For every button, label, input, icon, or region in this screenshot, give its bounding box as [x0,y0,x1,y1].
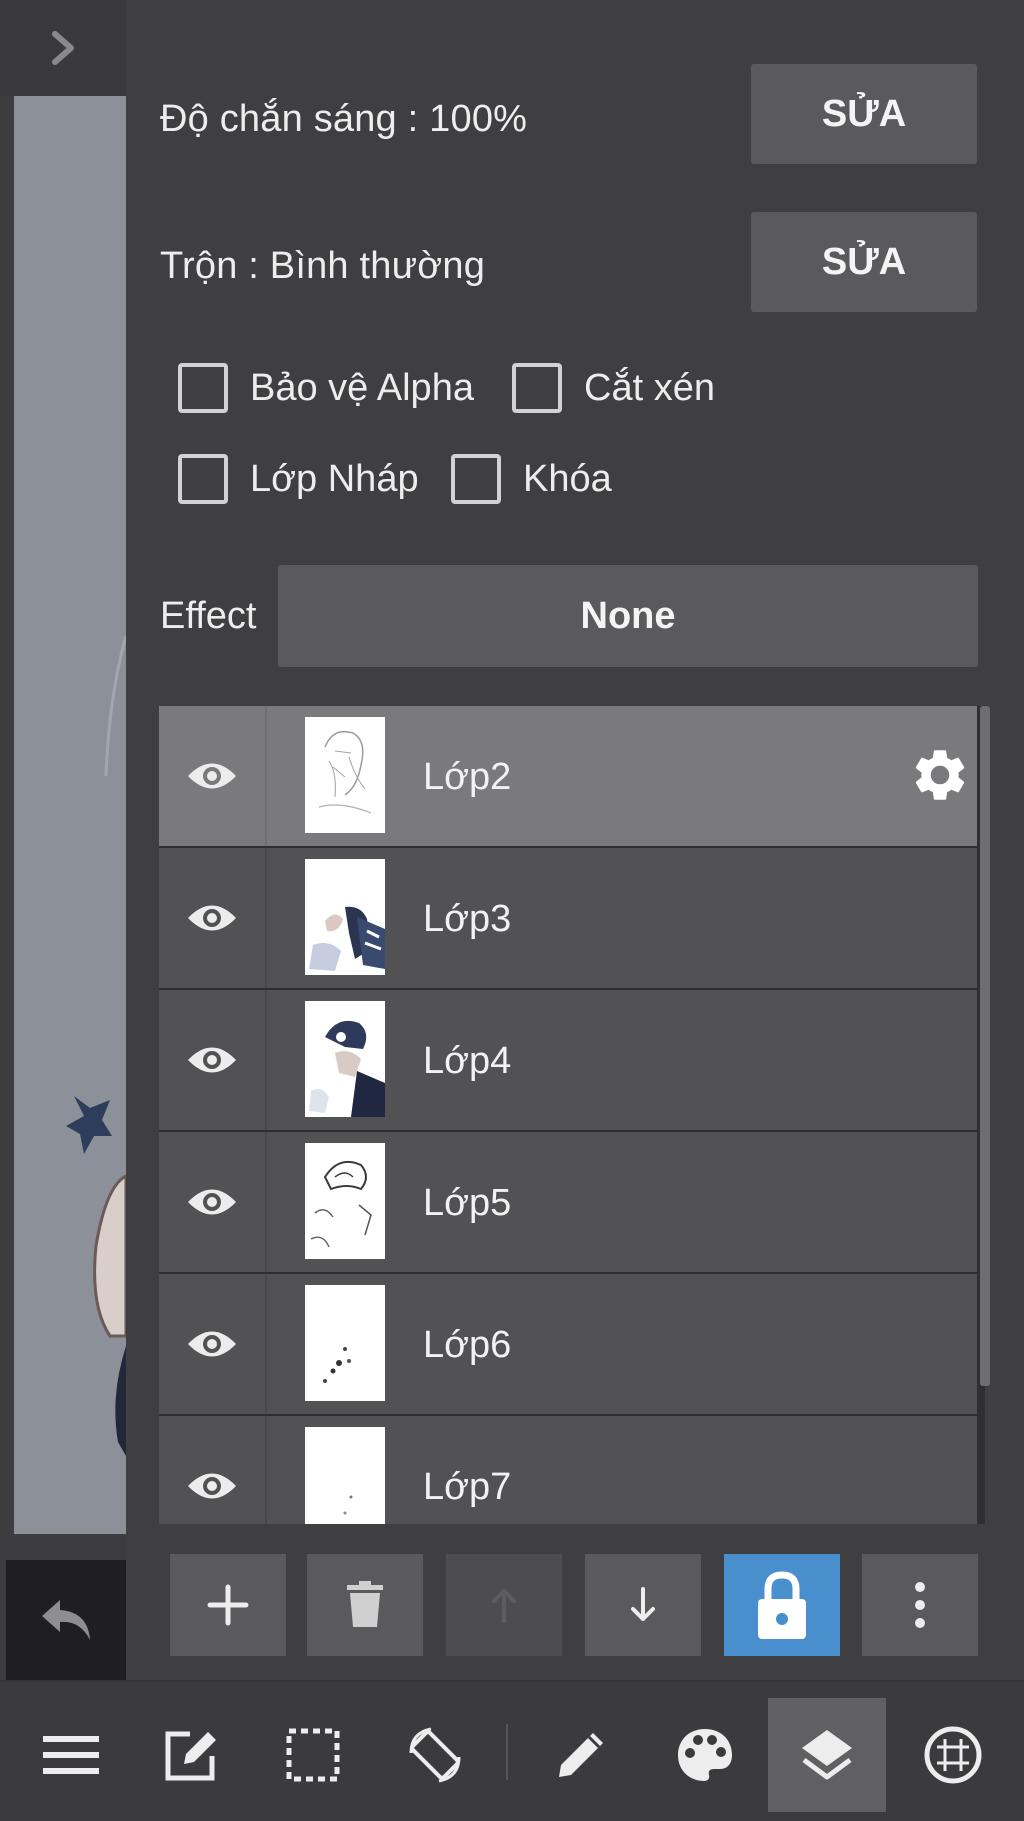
visibility-toggle[interactable] [159,706,265,846]
layer-thumbnail [305,1427,385,1524]
visibility-toggle[interactable] [159,848,265,988]
checkbox-box[interactable] [512,363,562,413]
delete-layer-button[interactable] [307,1554,423,1656]
row-divider [265,706,267,846]
undo-icon [42,1600,90,1640]
eye-icon [188,1047,236,1073]
palette-icon [678,1729,732,1781]
effect-select-button[interactable]: None [278,565,978,667]
layers-icon [802,1730,852,1780]
menu-icon [43,1736,99,1774]
layer-list-scrollbar[interactable] [980,706,990,1386]
more-vertical-icon [915,1582,925,1628]
edit-canvas-button[interactable] [132,1698,250,1812]
layer-list[interactable]: Lớp2 Lớp3 Lớp4 Lớp5 Lớp6 Lớp7 [159,706,985,1524]
pen-icon [559,1733,603,1777]
layer-name: Lớp4 [423,1040,512,1082]
move-layer-down-button[interactable] [585,1554,701,1656]
checkbox-box[interactable] [451,454,501,504]
gear-icon [915,750,965,800]
chevron-right-icon [52,31,74,65]
layer-thumbnail [305,1143,385,1259]
blend-mode-edit-button[interactable]: SỬA [751,212,977,312]
opacity-label: Độ chắn sáng : 100% [160,98,528,140]
layer-thumbnail [305,1285,385,1401]
checkbox-box[interactable] [178,363,228,413]
layer-thumbnail [305,1001,385,1117]
layer-row[interactable]: Lớp3 [159,848,977,988]
effect-label: Effect [160,595,257,637]
layer-name: Lớp5 [423,1182,512,1224]
layer-name: Lớp2 [423,756,512,798]
layer-settings-button[interactable] [909,744,971,811]
color-palette-button[interactable] [646,1698,764,1812]
protect-alpha-label: Bảo vệ Alpha [250,366,474,409]
layers-button[interactable] [768,1698,886,1812]
lock-icon [758,1571,806,1639]
selection-icon [286,1728,340,1782]
visibility-toggle[interactable] [159,1416,265,1524]
blend-mode-label: Trộn : Bình thường [160,245,486,287]
rotate-screen-button[interactable] [376,1698,494,1812]
layer-name: Lớp7 [423,1466,512,1508]
eye-icon [188,1473,236,1499]
undo-button[interactable] [6,1560,126,1680]
checkbox-box[interactable] [178,454,228,504]
lock-label: Khóa [523,457,612,500]
protect-alpha-checkbox[interactable]: Bảo vệ Alpha [178,363,474,413]
bottom-toolbar [0,1680,1024,1821]
draft-layer-label: Lớp Nháp [250,457,419,500]
layer-row[interactable]: Lớp2 [159,706,977,846]
clipping-label: Cắt xén [584,366,715,409]
eye-icon [188,1189,236,1215]
lock-layer-button[interactable] [724,1554,840,1656]
layer-row[interactable]: Lớp5 [159,1132,977,1272]
layer-row[interactable]: Lớp6 [159,1274,977,1414]
row-divider [265,1132,267,1272]
toolbar-divider [506,1724,508,1780]
layer-name: Lớp3 [423,898,512,940]
canvas-side-strip [0,0,126,1680]
menu-button[interactable] [12,1698,130,1812]
collapse-panel-button[interactable] [0,0,126,96]
material-grid-button[interactable] [894,1698,1012,1812]
selection-tool-button[interactable] [254,1698,372,1812]
more-options-button[interactable] [862,1554,978,1656]
eye-icon [188,905,236,931]
eye-icon [188,763,236,789]
canvas-artwork [66,635,126,1456]
arrow-down-icon [631,1587,655,1621]
arrow-up-icon [492,1589,516,1623]
row-divider [265,848,267,988]
move-layer-up-button[interactable] [446,1554,562,1656]
trash-icon [347,1581,383,1627]
eye-icon [188,1331,236,1357]
layer-thumbnail [305,859,385,975]
grid-icon [924,1726,982,1784]
layer-name: Lớp6 [423,1324,512,1366]
visibility-toggle[interactable] [159,1132,265,1272]
visibility-toggle[interactable] [159,990,265,1130]
brush-tool-button[interactable] [522,1698,640,1812]
lock-checkbox[interactable]: Khóa [451,454,612,504]
draft-layer-checkbox[interactable]: Lớp Nháp [178,454,419,504]
canvas-preview[interactable] [14,96,126,1534]
rotate-screen-icon [409,1727,461,1783]
row-divider [265,990,267,1130]
plus-icon [207,1584,249,1626]
row-divider [265,1274,267,1414]
clipping-checkbox[interactable]: Cắt xén [512,363,715,413]
layer-row[interactable]: Lớp4 [159,990,977,1130]
add-layer-button[interactable] [170,1554,286,1656]
layer-thumbnail [305,717,385,833]
opacity-edit-button[interactable]: SỬA [751,64,977,164]
layer-row[interactable]: Lớp7 [159,1416,977,1524]
row-divider [265,1416,267,1524]
edit-icon [165,1731,216,1781]
visibility-toggle[interactable] [159,1274,265,1414]
